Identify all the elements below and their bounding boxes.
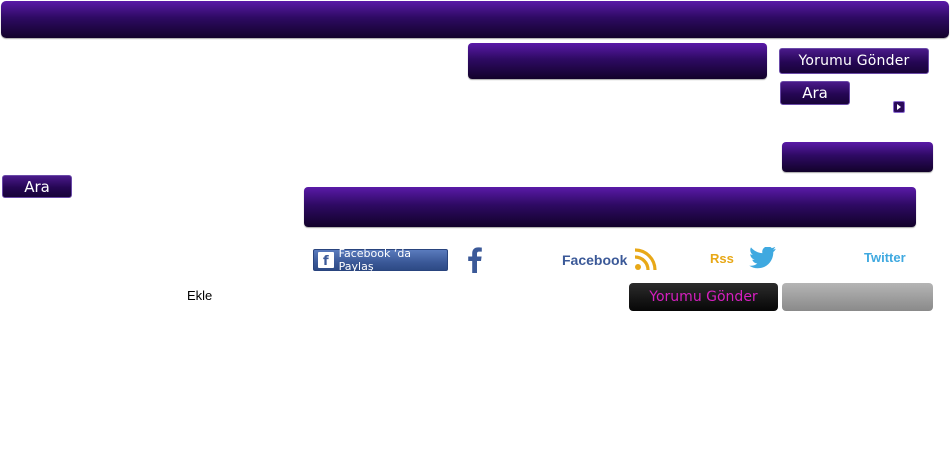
arrow-right-icon[interactable]: [893, 101, 905, 113]
content-bar-middle: [304, 187, 916, 227]
yorumu-gonder-button-top[interactable]: Yorumu Gönder: [779, 48, 929, 74]
twitter-link[interactable]: Twitter: [864, 250, 906, 265]
facebook-box-icon: f: [318, 252, 334, 268]
side-bar-right: [782, 142, 933, 172]
search-bar-top[interactable]: [468, 43, 767, 79]
ara-button-left[interactable]: Ara: [2, 175, 72, 198]
facebook-link[interactable]: Facebook: [562, 252, 627, 268]
facebook-share-button[interactable]: f Facebook ‘da Paylaş: [313, 247, 448, 273]
yorumu-gonder-button-bottom[interactable]: Yorumu Gönder: [629, 283, 778, 311]
page: Yorumu Gönder Ara Ara f Facebook ‘da Pay…: [0, 0, 950, 452]
ekle-label: Ekle: [187, 288, 213, 303]
arrow-right-glyph: [897, 104, 901, 110]
facebook-f-icon[interactable]: [467, 247, 483, 273]
ara-button-right[interactable]: Ara: [780, 81, 850, 105]
header-bar: [1, 1, 949, 38]
rss-link[interactable]: Rss: [710, 251, 734, 266]
grey-button[interactable]: [782, 283, 933, 311]
rss-icon[interactable]: [634, 247, 658, 271]
twitter-bird-icon[interactable]: [749, 246, 777, 269]
facebook-share-label: Facebook ‘da Paylaş: [338, 247, 412, 273]
